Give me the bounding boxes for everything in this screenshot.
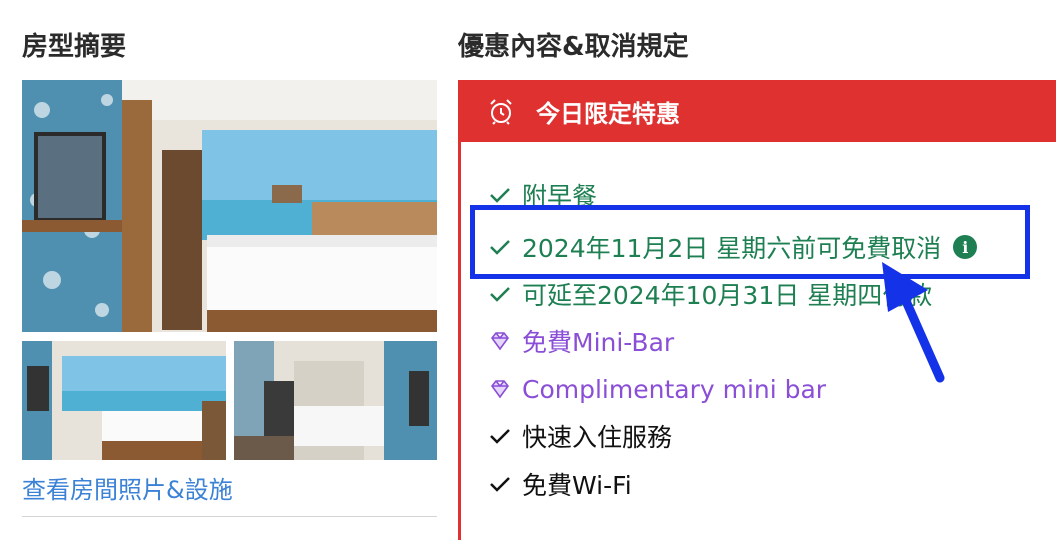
- offer-item-minibar-zh: 免費Mini-Bar: [486, 321, 674, 361]
- alarm-clock-icon: [486, 96, 516, 126]
- check-icon: [486, 470, 514, 498]
- diamond-icon: [486, 327, 514, 355]
- diamond-icon: [486, 375, 514, 403]
- offer-item-pay-later: 可延至2024年10月31日 星期四付款: [486, 274, 932, 314]
- annotation-highlight-box: [470, 205, 1030, 279]
- offer-item-label: 免費Wi-Fi: [522, 471, 632, 500]
- offer-item-wifi: 免費Wi-Fi: [486, 464, 632, 504]
- divider: [22, 516, 437, 517]
- offer-item-label: 可延至2024年10月31日 星期四付款: [522, 281, 933, 310]
- view-room-photos-link[interactable]: 查看房間照片&設施: [22, 470, 233, 505]
- check-icon: [486, 280, 514, 308]
- room-thumbnail-2[interactable]: [234, 341, 437, 460]
- deal-banner: 今日限定特惠: [458, 80, 1056, 142]
- offer-item-label: 快速入住服務: [522, 423, 673, 452]
- offer-item-label: 免費Mini-Bar: [522, 328, 675, 357]
- offer-item-label: Complimentary mini bar: [522, 374, 827, 404]
- offer-item-express-checkin: 快速入住服務: [486, 416, 672, 456]
- deal-banner-title: 今日限定特惠: [536, 99, 680, 128]
- room-main-photo[interactable]: [22, 80, 437, 332]
- room-thumbnail-1[interactable]: [22, 341, 226, 460]
- offer-item-minibar-en: Complimentary mini bar: [486, 369, 826, 409]
- offer-title: 優惠內容&取消規定: [458, 32, 689, 62]
- room-summary-title: 房型摘要: [22, 32, 127, 62]
- check-icon: [486, 422, 514, 450]
